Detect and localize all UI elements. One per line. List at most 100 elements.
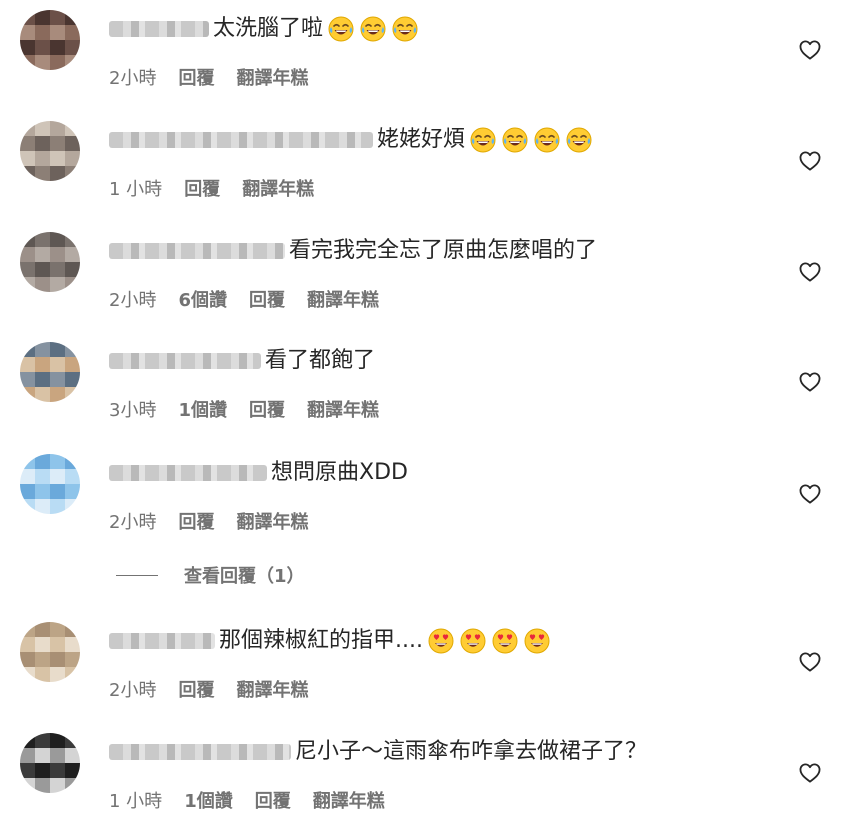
avatar-pixel [20,357,35,372]
avatar-pixel [65,25,80,40]
likes-count[interactable]: 1個讚 [184,787,233,813]
avatar-pixel [50,121,65,136]
avatar-pixel [50,166,65,181]
translate-button[interactable]: 翻譯年糕 [307,286,379,312]
comment-meta: 2小時 6個讚 回覆 翻譯年糕 [109,287,379,311]
avatar-pixel [50,484,65,499]
avatar-pixel [65,637,80,652]
comment-text: 看完我完全忘了原曲怎麼唱的了 [289,238,598,263]
avatar-pixel [50,622,65,637]
avatar[interactable] [20,454,80,514]
avatar-pixel [20,232,35,247]
avatar-pixel [65,733,80,748]
comment-line: 看了都飽了 [109,346,375,376]
avatar-pixel [65,10,80,25]
avatar-pixel [20,277,35,292]
reply-button[interactable]: 回覆 [178,508,214,534]
avatar-pixel [35,652,50,667]
avatar[interactable] [20,342,80,402]
likes-count[interactable]: 1個讚 [178,396,227,422]
comment-line: 想問原曲XDD [109,458,408,488]
avatar-pixel [50,469,65,484]
avatar-pixel [65,667,80,682]
avatar-pixel [20,667,35,682]
avatar-pixel [20,166,35,181]
avatar-pixel [65,387,80,402]
comment-time: 1 小時 [109,179,163,200]
comment-meta: 1 小時 回覆 翻譯年糕 [109,176,314,200]
avatar-pixel [65,277,80,292]
avatar-pixel [50,637,65,652]
translate-button[interactable]: 翻譯年糕 [313,787,385,813]
reply-button[interactable]: 回覆 [255,787,291,813]
avatar-pixel [65,136,80,151]
heart-icon[interactable] [799,652,821,672]
translate-button[interactable]: 翻譯年糕 [307,396,379,422]
reply-button[interactable]: 回覆 [178,676,214,702]
translate-button[interactable]: 翻譯年糕 [242,175,314,201]
avatar-pixel [50,247,65,262]
avatar-pixel [20,763,35,778]
avatar[interactable] [20,733,80,793]
heart-icon[interactable] [799,262,821,282]
heart-icon[interactable] [799,40,821,60]
avatar[interactable] [20,121,80,181]
avatar-pixel [35,372,50,387]
heart-eyes-emoji-icon [492,628,518,654]
username-blurred[interactable] [109,243,285,259]
username-blurred[interactable] [109,465,267,481]
avatar-pixel [50,778,65,793]
avatar-pixel [20,247,35,262]
translate-button[interactable]: 翻譯年糕 [236,676,308,702]
avatar-pixel [20,55,35,70]
reply-button[interactable]: 回覆 [249,286,285,312]
comment-meta: 1 小時 1個讚 回覆 翻譯年糕 [109,788,385,812]
heart-icon[interactable] [799,151,821,171]
avatar-pixel [35,166,50,181]
avatar-pixel [50,499,65,514]
avatar-pixel [35,748,50,763]
joy-emoji-icon [328,16,354,42]
heart-eyes-emoji-icon [428,628,454,654]
view-replies-label: 查看回覆（1） [184,566,305,587]
reply-button[interactable]: 回覆 [178,64,214,90]
comment-item: 尼小子～這雨傘布咋拿去做裙子了？ 1 小時 1個讚 回覆 翻譯年糕 [0,733,844,823]
username-blurred[interactable] [109,633,215,649]
avatar-pixel [50,667,65,682]
avatar-pixel [50,277,65,292]
reply-button[interactable]: 回覆 [249,396,285,422]
translate-button[interactable]: 翻譯年糕 [236,508,308,534]
avatar-pixel [65,232,80,247]
avatar[interactable] [20,622,80,682]
avatar-pixel [65,166,80,181]
joy-emoji-icon [502,127,528,153]
avatar-pixel [35,622,50,637]
comment-text: 看了都飽了 [265,348,376,373]
comment-line: 太洗腦了啦 [109,14,419,44]
avatar-pixel [65,499,80,514]
avatar-pixel [35,778,50,793]
view-replies-button[interactable]: 查看回覆（1） [116,562,305,588]
avatar-pixel [65,262,80,277]
translate-button[interactable]: 翻譯年糕 [236,64,308,90]
avatar-pixel [50,733,65,748]
username-blurred[interactable] [109,21,209,37]
avatar-pixel [20,778,35,793]
heart-icon[interactable] [799,372,821,392]
username-blurred[interactable] [109,744,291,760]
comment-time: 2小時 [109,512,157,533]
avatar-pixel [65,342,80,357]
reply-button[interactable]: 回覆 [184,175,220,201]
heart-icon[interactable] [799,484,821,504]
avatar-pixel [35,667,50,682]
username-blurred[interactable] [109,132,373,148]
avatar-pixel [65,484,80,499]
comment-text: 姥姥好煩 [377,127,466,152]
username-blurred[interactable] [109,353,261,369]
avatar[interactable] [20,232,80,292]
heart-icon[interactable] [799,763,821,783]
avatar[interactable] [20,10,80,70]
likes-count[interactable]: 6個讚 [178,286,227,312]
comment-line: 看完我完全忘了原曲怎麼唱的了 [109,236,597,266]
avatar-pixel [20,652,35,667]
